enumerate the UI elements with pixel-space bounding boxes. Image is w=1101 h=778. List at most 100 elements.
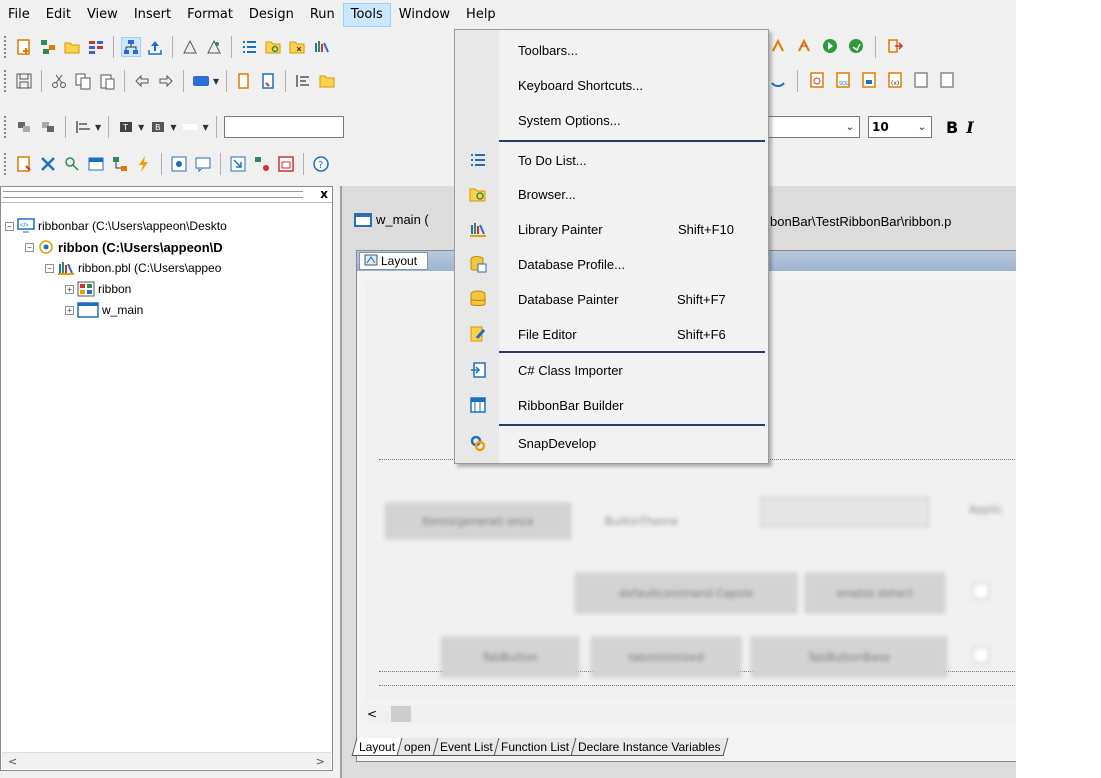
panel-titlebar[interactable]: x: [1, 187, 332, 203]
menu-run[interactable]: Run: [302, 3, 343, 27]
menu-item-system-options[interactable]: System Options...: [455, 105, 768, 135]
help-icon[interactable]: ?: [311, 154, 331, 174]
step-in-icon[interactable]: [228, 154, 248, 174]
stop-debug-icon[interactable]: [794, 36, 814, 56]
library-painter-icon[interactable]: [311, 37, 331, 57]
cut-icon[interactable]: [49, 71, 69, 91]
menu-item-snapdevelop[interactable]: SnapDevelop: [455, 428, 768, 458]
function-icon[interactable]: (x): [885, 70, 905, 90]
layout-view-tab[interactable]: Layout: [359, 252, 429, 270]
menu-file[interactable]: File: [0, 3, 38, 27]
toolbar-grip[interactable]: [4, 153, 8, 175]
scroll-left-icon[interactable]: <: [367, 707, 377, 721]
tree-node-w-main[interactable]: + w_main: [65, 301, 143, 319]
tab-event-list[interactable]: Event List: [432, 738, 500, 756]
tree-node-workspace[interactable]: − </> ribbonbar (C:\Users\appeon\Deskto: [5, 217, 227, 235]
query-icon[interactable]: [859, 70, 879, 90]
event-icon[interactable]: [134, 154, 154, 174]
tab-open[interactable]: open: [396, 738, 439, 756]
tree-node-target[interactable]: − ribbon (C:\Users\appeon\D: [25, 238, 223, 256]
tab-layout[interactable]: Layout: [351, 738, 403, 756]
text-color-dropdown[interactable]: T ▼: [116, 117, 144, 137]
redo-icon[interactable]: [156, 71, 176, 91]
align-icon[interactable]: [293, 71, 313, 91]
scroll-right-icon[interactable]: >: [316, 755, 325, 768]
menu-insert[interactable]: Insert: [126, 3, 179, 27]
collapse-icon[interactable]: −: [25, 242, 34, 252]
background-color-dropdown[interactable]: B ▼: [148, 117, 176, 137]
menu-item-keyboard-shortcuts[interactable]: Keyboard Shortcuts...: [455, 70, 768, 100]
collapse-icon[interactable]: −: [45, 263, 54, 273]
clip-window-icon[interactable]: [287, 37, 307, 57]
menu-item-database-profile[interactable]: Database Profile...: [455, 249, 768, 279]
menu-help[interactable]: Help: [458, 3, 504, 27]
debugger-icon[interactable]: [768, 36, 788, 56]
open-icon[interactable]: [62, 37, 82, 57]
todo-list-icon[interactable]: [239, 37, 259, 57]
paste-icon[interactable]: [97, 71, 117, 91]
sql-icon[interactable]: SQL: [833, 70, 853, 90]
toolbar-grip[interactable]: [4, 36, 8, 58]
menu-item-ribbonbar-builder[interactable]: RibbonBar Builder: [455, 390, 768, 420]
menu-item-library-painter[interactable]: Library Painter Shift+F10: [455, 214, 768, 244]
menu-edit[interactable]: Edit: [38, 3, 79, 27]
library-list-icon[interactable]: [86, 37, 106, 57]
expand-icon[interactable]: +: [65, 305, 74, 315]
align-dropdown[interactable]: ▼: [73, 117, 101, 137]
window-icon[interactable]: [276, 154, 296, 174]
collapse-icon[interactable]: −: [5, 221, 14, 231]
canvas-horizontal-scrollbar[interactable]: <: [367, 705, 1016, 723]
menu-design[interactable]: Design: [241, 3, 302, 27]
command-dropdown[interactable]: ▼: [191, 71, 219, 91]
menu-window[interactable]: Window: [391, 3, 458, 27]
menu-item-file-editor[interactable]: File Editor Shift+F6: [455, 319, 768, 349]
menu-view[interactable]: View: [79, 3, 126, 27]
profile-icon[interactable]: [204, 37, 224, 57]
debug-icon[interactable]: [180, 37, 200, 57]
object-browser-icon[interactable]: [169, 154, 189, 174]
toolbar-grip[interactable]: [4, 70, 8, 92]
structure-icon[interactable]: [110, 154, 130, 174]
document-title[interactable]: w_main (: [354, 212, 429, 227]
menu-item-database-painter[interactable]: Database Painter Shift+F7: [455, 284, 768, 314]
document-icon[interactable]: [258, 71, 278, 91]
menu-format[interactable]: Format: [179, 3, 241, 27]
run-icon[interactable]: [768, 70, 788, 90]
run-icon[interactable]: [820, 36, 840, 56]
search-icon[interactable]: [62, 154, 82, 174]
edit-icon[interactable]: [911, 70, 931, 90]
comment-icon[interactable]: [193, 154, 213, 174]
scroll-left-icon[interactable]: <: [8, 755, 17, 768]
tools-icon[interactable]: [38, 154, 58, 174]
run-to-icon[interactable]: [252, 154, 272, 174]
undo-icon[interactable]: [132, 71, 152, 91]
border-dropdown[interactable]: ▼: [180, 117, 209, 137]
exit-icon[interactable]: [885, 36, 905, 56]
menu-item-class-importer[interactable]: C# Class Importer: [455, 355, 768, 385]
new-icon[interactable]: [14, 37, 34, 57]
tree-node-ribbon[interactable]: + ribbon: [65, 280, 131, 298]
layer-front-icon[interactable]: [38, 117, 58, 137]
deploy-icon[interactable]: [145, 37, 165, 57]
browser-icon[interactable]: [317, 71, 337, 91]
horizontal-scrollbar[interactable]: < >: [2, 752, 331, 769]
script-icon[interactable]: [14, 154, 34, 174]
scroll-thumb[interactable]: [391, 706, 412, 722]
toolbar-grip[interactable]: [4, 116, 8, 138]
browser-icon[interactable]: [263, 37, 283, 57]
tab-function-list[interactable]: Function List: [494, 738, 577, 756]
font-name-combo[interactable]: [223, 116, 344, 138]
menu-item-toolbars[interactable]: Toolbars...: [455, 35, 768, 65]
bold-button[interactable]: B: [946, 118, 958, 137]
page-icon[interactable]: [234, 71, 254, 91]
calendar-icon[interactable]: [86, 154, 106, 174]
menu-item-browser[interactable]: Browser...: [455, 179, 768, 209]
italic-button[interactable]: I: [966, 118, 973, 137]
select-run-icon[interactable]: [846, 36, 866, 56]
build-icon[interactable]: [121, 37, 141, 57]
layer-back-icon[interactable]: [14, 117, 34, 137]
page-icon[interactable]: [937, 70, 957, 90]
font-name-combo-right[interactable]: ⌄: [768, 116, 860, 138]
sql-select-icon[interactable]: [807, 70, 827, 90]
save-icon[interactable]: [14, 71, 34, 91]
